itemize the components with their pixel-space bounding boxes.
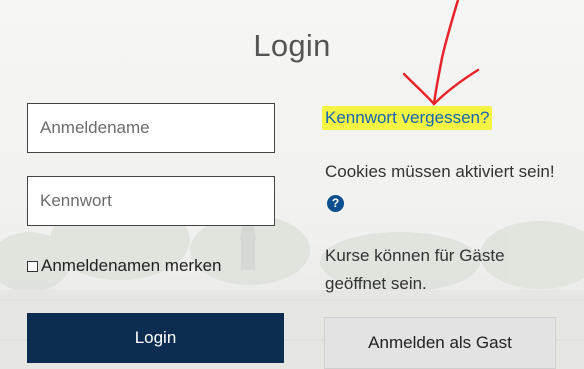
login-button[interactable]: Login <box>27 313 284 363</box>
forgot-password-link[interactable]: Kennwort vergessen? <box>322 106 493 130</box>
guest-login-button[interactable]: Anmelden als Gast <box>324 317 556 369</box>
login-panel: Login Anmeldenamen merken Login Kennwort… <box>0 0 584 369</box>
password-input[interactable] <box>27 176 275 226</box>
page-title: Login <box>253 28 331 63</box>
cookies-text: Cookies müssen aktiviert sein! <box>325 162 555 181</box>
guest-notice: Kurse können für Gäste geöffnet sein. <box>325 246 505 293</box>
remember-username[interactable]: Anmeldenamen merken <box>27 255 221 277</box>
help-icon[interactable]: ? <box>327 194 344 212</box>
remember-checkbox[interactable] <box>27 260 38 272</box>
cookies-notice: Cookies müssen aktiviert sein! ? <box>325 158 570 214</box>
remember-label: Anmeldenamen merken <box>41 256 222 275</box>
username-input[interactable] <box>27 103 275 153</box>
